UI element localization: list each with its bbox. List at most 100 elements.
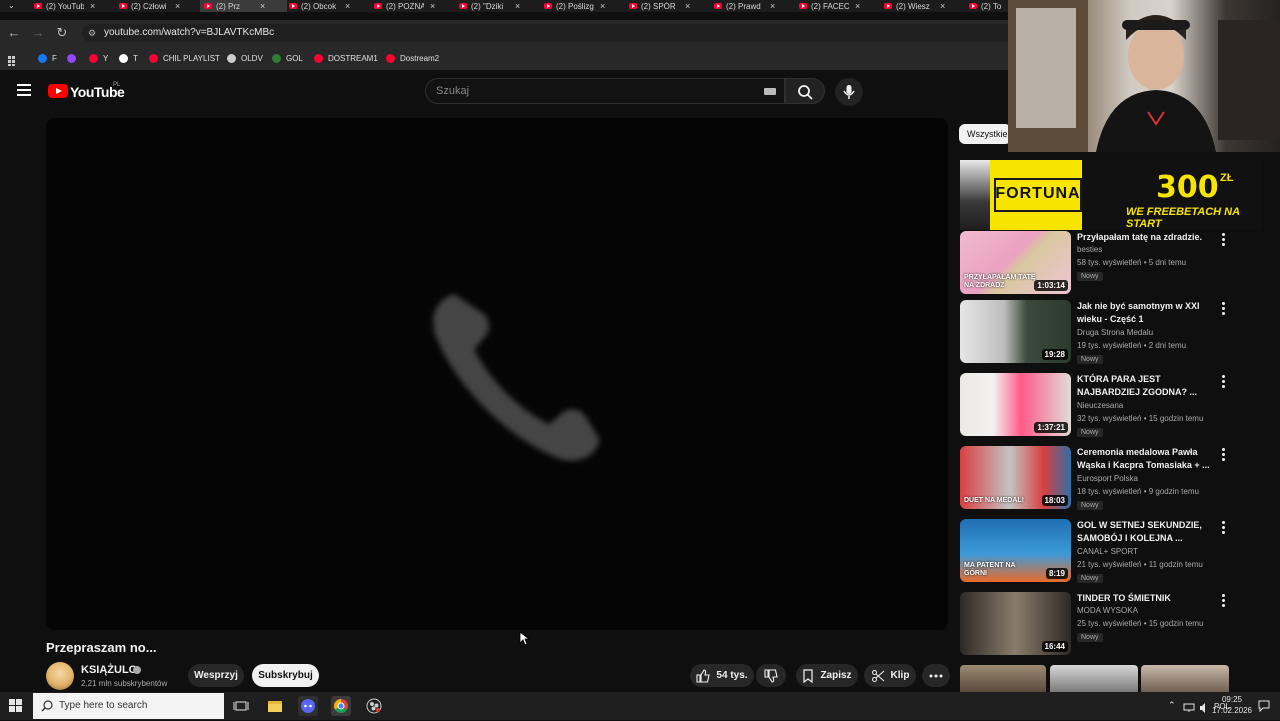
recommendation-title[interactable]: Przyłapałam tatę na zdradzie. bbox=[1077, 231, 1213, 244]
tab-close-icon[interactable]: × bbox=[685, 1, 690, 11]
taskbar-search-input[interactable]: Type here to search bbox=[33, 693, 224, 719]
dislike-button[interactable] bbox=[756, 664, 786, 687]
video-player[interactable] bbox=[46, 118, 948, 630]
obs-icon[interactable] bbox=[364, 696, 384, 716]
subscribe-button[interactable]: Subskrybuj bbox=[252, 664, 319, 687]
browser-tab[interactable]: (2) YouTub × bbox=[30, 0, 117, 12]
bookmark-item[interactable]: F bbox=[38, 52, 57, 64]
recommendation-channel[interactable]: MODA WYSOKA bbox=[1077, 606, 1138, 615]
bookmark-item[interactable]: GOL bbox=[272, 52, 303, 64]
notifications-icon[interactable] bbox=[1258, 699, 1270, 713]
recommendation-title[interactable]: GOL W SETNEJ SEKUNDZIE, SAMOBÓJ I KOLEJN… bbox=[1077, 519, 1213, 545]
browser-tab[interactable]: (2) Wiesz × bbox=[880, 0, 967, 12]
bookmark-item[interactable]: OLDV bbox=[227, 52, 263, 64]
recommendation-thumbnail-partial[interactable] bbox=[960, 665, 1046, 692]
recommendation-title[interactable]: KTÓRA PARA JEST NAJBARDZIEJ ZGODNA? ... bbox=[1077, 373, 1213, 399]
more-options-icon[interactable] bbox=[1218, 521, 1228, 535]
support-button[interactable]: Wesprzyj bbox=[188, 664, 244, 687]
bookmark-item[interactable]: Dostream2 bbox=[386, 52, 439, 64]
recommendation-channel[interactable]: CANAL+ SPORT bbox=[1077, 547, 1138, 556]
site-info-icon[interactable]: ⚙ bbox=[88, 28, 96, 39]
tab-close-icon[interactable]: × bbox=[430, 1, 435, 11]
tab-close-icon[interactable]: × bbox=[855, 1, 860, 11]
task-view-icon[interactable] bbox=[231, 696, 251, 716]
channel-avatar[interactable] bbox=[46, 662, 74, 690]
save-button[interactable]: Zapisz bbox=[796, 664, 858, 687]
recommendation-title[interactable]: TINDER TO ŚMIETNIK bbox=[1077, 592, 1213, 605]
more-options-icon[interactable] bbox=[1218, 448, 1228, 462]
tab-close-icon[interactable]: × bbox=[770, 1, 775, 11]
apps-grid-icon[interactable] bbox=[8, 53, 18, 66]
forward-icon[interactable]: → bbox=[29, 24, 47, 42]
windows-start-icon[interactable] bbox=[9, 699, 23, 713]
recommendation-item[interactable]: 16:44 TINDER TO ŚMIETNIK MODA WYSOKA 25 tys… bbox=[960, 592, 1230, 658]
clip-button[interactable]: Klip bbox=[864, 664, 916, 687]
recommendation-thumbnail[interactable]: 16:44 bbox=[960, 592, 1071, 655]
discord-icon[interactable] bbox=[298, 696, 318, 716]
recommendation-title[interactable]: Jak nie być samotnym w XXI wieku - Część… bbox=[1077, 300, 1213, 326]
channel-name[interactable]: KSIĄŻULO bbox=[81, 664, 137, 676]
tab-close-icon[interactable]: × bbox=[345, 1, 350, 11]
tab-close-icon[interactable]: × bbox=[515, 1, 520, 11]
chrome-icon[interactable] bbox=[331, 696, 351, 716]
recommendation-thumbnail[interactable]: MA PATENT NA GÓRNI 8:19 bbox=[960, 519, 1071, 582]
more-options-icon[interactable] bbox=[1218, 594, 1228, 608]
recommendation-item[interactable]: 1:37:21 KTÓRA PARA JEST NAJBARDZIEJ ZGODN… bbox=[960, 373, 1230, 439]
recommendation-item[interactable]: PRZYŁAPAŁAM TATĘ NA ZDRADZ 1:03:14 Przyłap… bbox=[960, 231, 1230, 297]
recommendation-thumbnail-partial[interactable] bbox=[1050, 665, 1138, 692]
file-explorer-icon[interactable] bbox=[265, 696, 285, 716]
browser-tab[interactable]: (2) Poślizg × bbox=[540, 0, 627, 12]
back-icon[interactable]: ← bbox=[5, 24, 23, 42]
browser-tab[interactable]: (2) Człowi × bbox=[115, 0, 202, 12]
recommendation-item[interactable]: DUET NA MEDAL! 18:03 Ceremonia medalowa Pa… bbox=[960, 446, 1230, 512]
bookmark-item[interactable]: CHIL PLAYLIST bbox=[149, 52, 220, 64]
tray-chevron-icon[interactable]: ⌃ bbox=[1168, 700, 1176, 711]
browser-tab[interactable]: (2) Prz × bbox=[200, 0, 287, 12]
search-input[interactable]: Szukaj bbox=[425, 78, 785, 104]
recommendation-thumbnail[interactable]: 19:28 bbox=[960, 300, 1071, 363]
browser-tab[interactable]: (2) "Dziki × bbox=[455, 0, 542, 12]
tab-close-icon[interactable]: × bbox=[600, 1, 605, 11]
reload-icon[interactable]: ↻ bbox=[53, 24, 71, 42]
bookmark-item[interactable]: T bbox=[119, 52, 138, 64]
more-options-icon[interactable] bbox=[1218, 302, 1228, 316]
recommendation-item[interactable]: 19:28 Jak nie być samotnym w XXI wieku - … bbox=[960, 300, 1230, 366]
recommendation-thumbnail[interactable]: DUET NA MEDAL! 18:03 bbox=[960, 446, 1071, 509]
tab-close-icon[interactable]: × bbox=[940, 1, 945, 11]
more-options-icon[interactable] bbox=[1218, 233, 1228, 247]
browser-tab[interactable]: (2) SPÓR × bbox=[625, 0, 712, 12]
tab-close-icon[interactable]: × bbox=[175, 1, 180, 11]
browser-tab[interactable]: (2) POZNA × bbox=[370, 0, 457, 12]
address-bar[interactable]: ⚙ youtube.com/watch?v=BJLAVTKcMBc bbox=[82, 24, 1010, 42]
recommendation-channel[interactable]: Nieuczesana bbox=[1077, 401, 1123, 410]
browser-tab[interactable]: (2) Prawd × bbox=[710, 0, 797, 12]
keyboard-icon[interactable] bbox=[764, 88, 776, 95]
tab-close-icon[interactable]: × bbox=[90, 1, 95, 11]
tab-close-icon[interactable]: × bbox=[260, 1, 265, 11]
bookmark-item[interactable] bbox=[67, 52, 81, 64]
like-button[interactable]: 54 tys. bbox=[690, 664, 754, 687]
browser-tab[interactable]: (2) Obcok × bbox=[285, 0, 372, 12]
recommendation-channel[interactable]: Druga Strona Medalu bbox=[1077, 328, 1153, 337]
fortuna-ad-banner[interactable]: FORTUNA 300 ZŁ WE FREEBETACH NA START bbox=[960, 160, 1262, 230]
network-icon[interactable] bbox=[1183, 700, 1195, 712]
recommendation-thumbnail[interactable]: 1:37:21 bbox=[960, 373, 1071, 436]
recommendation-channel[interactable]: Eurosport Polska bbox=[1077, 474, 1138, 483]
hamburger-menu-icon[interactable] bbox=[17, 84, 31, 98]
search-button[interactable] bbox=[785, 78, 825, 104]
clock-date[interactable]: 17.02.2026 bbox=[1206, 706, 1258, 715]
youtube-logo-icon[interactable] bbox=[48, 84, 68, 98]
recommendation-thumbnail-partial[interactable] bbox=[1141, 665, 1229, 692]
recommendation-item[interactable]: MA PATENT NA GÓRNI 8:19 GOL W SETNEJ SEKUN… bbox=[960, 519, 1230, 585]
filter-chip-all[interactable]: Wszystkie bbox=[959, 124, 1011, 144]
more-actions-button[interactable] bbox=[922, 664, 950, 687]
voice-search-button[interactable] bbox=[835, 78, 863, 106]
more-options-icon[interactable] bbox=[1218, 375, 1228, 389]
recommendation-thumbnail[interactable]: PRZYŁAPAŁAM TATĘ NA ZDRADZ 1:03:14 bbox=[960, 231, 1071, 294]
bookmark-item[interactable]: Y bbox=[89, 52, 108, 64]
browser-tab[interactable]: (2) FACEC × bbox=[795, 0, 882, 12]
recommendation-title[interactable]: Ceremonia medalowa Pawła Wąska i Kacpra … bbox=[1077, 446, 1213, 472]
recommendation-channel[interactable]: besties bbox=[1077, 245, 1102, 254]
clock-time[interactable]: 09:25 bbox=[1217, 695, 1247, 704]
tab-search-chevron-icon[interactable]: ⌄ bbox=[8, 1, 15, 10]
